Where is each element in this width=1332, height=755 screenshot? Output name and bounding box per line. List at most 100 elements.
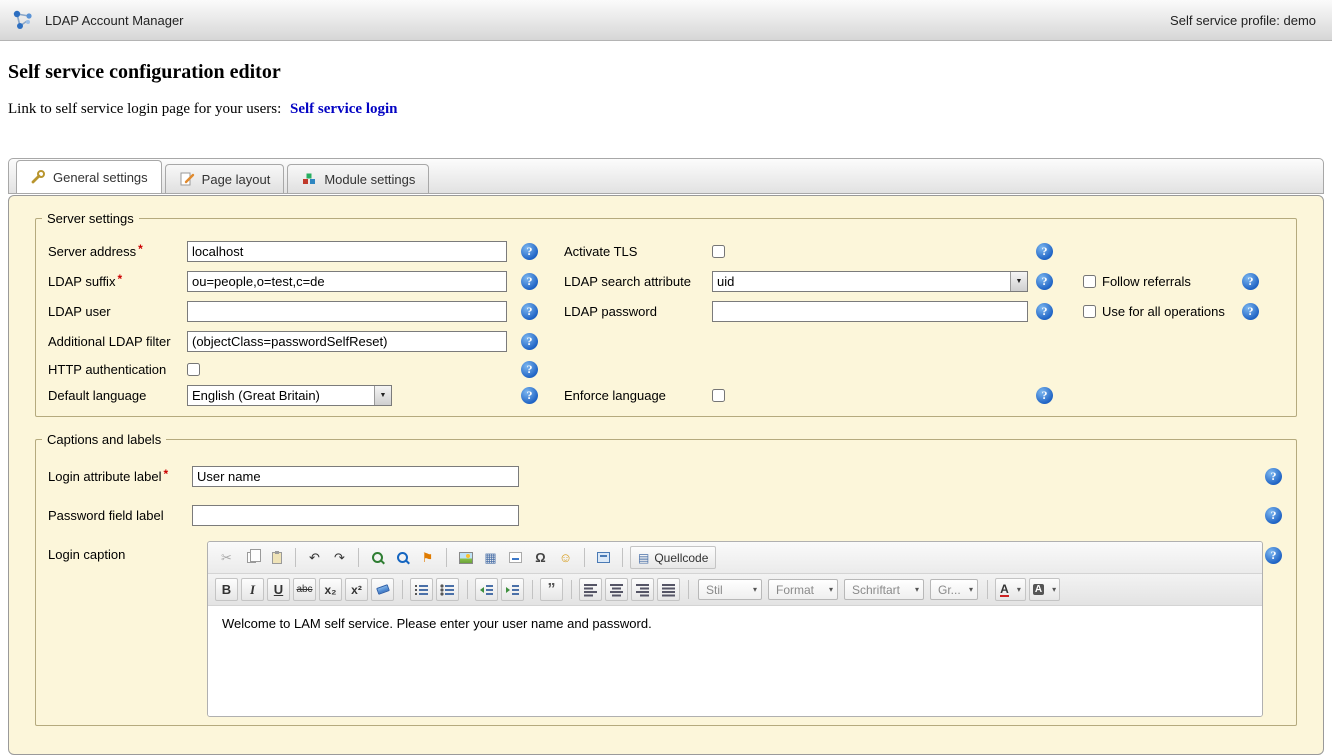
self-service-login-link[interactable]: Self service login	[290, 101, 397, 117]
help-icon[interactable]: ?	[521, 387, 538, 404]
align-justify-icon[interactable]	[657, 578, 680, 601]
lam-logo-icon	[10, 7, 36, 33]
dropdown-label: Gr...	[938, 583, 961, 597]
tab-page-layout[interactable]: Page layout	[165, 164, 285, 193]
background-color-icon[interactable]: A ▾	[1029, 578, 1060, 601]
top-bar: LDAP Account Manager Self service profil…	[0, 0, 1332, 41]
captions-and-labels-section: Captions and labels Login attribute labe…	[35, 432, 1297, 726]
help-icon[interactable]: ?	[521, 273, 538, 290]
remove-format-icon[interactable]	[371, 578, 394, 601]
activate-tls-checkbox[interactable]	[712, 245, 725, 258]
help-icon[interactable]: ?	[1242, 303, 1259, 320]
enforce-language-checkbox[interactable]	[712, 389, 725, 402]
subscript-icon[interactable]: x₂	[319, 578, 342, 601]
horizontal-rule-icon[interactable]	[504, 546, 527, 569]
additional-ldap-filter-input[interactable]	[187, 331, 507, 352]
align-right-icon[interactable]	[631, 578, 654, 601]
help-icon[interactable]: ?	[1265, 507, 1282, 524]
cut-icon[interactable]: ✂	[215, 546, 238, 569]
special-char-icon[interactable]: Ω	[529, 546, 552, 569]
font-dropdown[interactable]: Schriftart ▾	[844, 579, 924, 600]
login-caption-content[interactable]: Welcome to LAM self service. Please ente…	[208, 606, 1262, 716]
server-address-input[interactable]	[187, 241, 507, 262]
profile-label: Self service profile: demo	[1170, 13, 1316, 28]
image-icon[interactable]	[454, 546, 477, 569]
ldap-password-input[interactable]	[712, 301, 1028, 322]
ldap-user-input[interactable]	[187, 301, 507, 322]
smiley-icon[interactable]: ☺	[554, 546, 577, 569]
indent-icon[interactable]	[501, 578, 524, 601]
label-text: Server address	[48, 244, 136, 259]
tab-label: Page layout	[202, 172, 271, 187]
default-language-row: Default language English (Great Britain)…	[36, 382, 1296, 408]
style-dropdown[interactable]: Stil ▾	[698, 579, 762, 600]
numbered-list-icon[interactable]	[410, 578, 433, 601]
superscript-icon[interactable]: x²	[345, 578, 368, 601]
align-left-icon[interactable]	[579, 578, 602, 601]
login-caption-label: Login caption	[48, 541, 192, 562]
help-icon[interactable]: ?	[521, 243, 538, 260]
toolbar-separator	[358, 548, 359, 567]
http-authentication-checkbox[interactable]	[187, 363, 200, 376]
copy-icon[interactable]	[240, 546, 263, 569]
help-icon[interactable]: ?	[1242, 273, 1259, 290]
tab-general-settings[interactable]: General settings	[16, 160, 162, 193]
paste-icon[interactable]	[265, 546, 288, 569]
help-icon[interactable]: ?	[1265, 547, 1282, 564]
strikethrough-icon[interactable]: abc	[293, 578, 316, 601]
help-icon[interactable]: ?	[521, 361, 538, 378]
help-icon[interactable]: ?	[521, 303, 538, 320]
align-center-icon[interactable]	[605, 578, 628, 601]
source-button[interactable]: ▤ Quellcode	[630, 546, 716, 569]
numbered-list-glyph	[414, 583, 429, 597]
paste-glyph	[272, 552, 282, 564]
undo-icon[interactable]: ↶	[303, 546, 326, 569]
blockquote-icon[interactable]: ”	[540, 578, 563, 601]
additional-ldap-filter-row: Additional LDAP filter ?	[36, 326, 1296, 356]
password-field-label-input[interactable]	[192, 505, 519, 526]
text-color-icon[interactable]: A ▾	[995, 578, 1026, 601]
use-for-all-operations-checkbox[interactable]	[1083, 305, 1096, 318]
help-icon[interactable]: ?	[1265, 468, 1282, 485]
dropdown-label: Format	[776, 583, 814, 597]
align-left-glyph	[583, 583, 598, 597]
login-attribute-label-row: Login attribute label* ?	[36, 457, 1296, 496]
help-icon[interactable]: ?	[1036, 273, 1053, 290]
chevron-down-icon: ▼	[1010, 272, 1027, 291]
help-icon[interactable]: ?	[521, 333, 538, 350]
font-size-dropdown[interactable]: Gr... ▾	[930, 579, 978, 600]
help-icon[interactable]: ?	[1036, 303, 1053, 320]
tab-label: General settings	[53, 170, 148, 185]
bulleted-list-icon[interactable]	[436, 578, 459, 601]
toolbar-separator	[446, 548, 447, 567]
default-language-label: Default language	[48, 388, 187, 403]
align-justify-glyph	[661, 583, 676, 597]
iframe-icon[interactable]	[592, 546, 615, 569]
default-language-select[interactable]: English (Great Britain) ▼	[187, 385, 392, 406]
select-value: uid	[713, 272, 1010, 291]
format-dropdown[interactable]: Format ▾	[768, 579, 838, 600]
tab-module-settings[interactable]: Module settings	[287, 164, 429, 193]
help-icon[interactable]: ?	[1036, 243, 1053, 260]
follow-referrals-checkbox[interactable]	[1083, 275, 1096, 288]
help-icon[interactable]: ?	[1036, 387, 1053, 404]
label-text: LDAP suffix	[48, 274, 115, 289]
bold-icon[interactable]: B	[215, 578, 238, 601]
flag-icon[interactable]: ⚑	[416, 546, 439, 569]
replace-icon[interactable]	[391, 546, 414, 569]
underline-icon[interactable]: U	[267, 578, 290, 601]
outdent-icon[interactable]	[475, 578, 498, 601]
toolbar-separator	[571, 580, 572, 599]
login-attribute-label-input[interactable]	[192, 466, 519, 487]
find-icon[interactable]	[366, 546, 389, 569]
copy-glyph	[247, 552, 256, 563]
ldap-suffix-input[interactable]	[187, 271, 507, 292]
page-title: Self service configuration editor	[8, 61, 1332, 84]
iframe-glyph	[597, 552, 610, 563]
italic-icon[interactable]: I	[241, 578, 264, 601]
additional-ldap-filter-label: Additional LDAP filter	[48, 334, 187, 349]
table-icon[interactable]: ▦	[479, 546, 502, 569]
ldap-search-attribute-select[interactable]: uid ▼	[712, 271, 1028, 292]
redo-icon[interactable]: ↷	[328, 546, 351, 569]
magnifier-glyph	[371, 551, 385, 565]
